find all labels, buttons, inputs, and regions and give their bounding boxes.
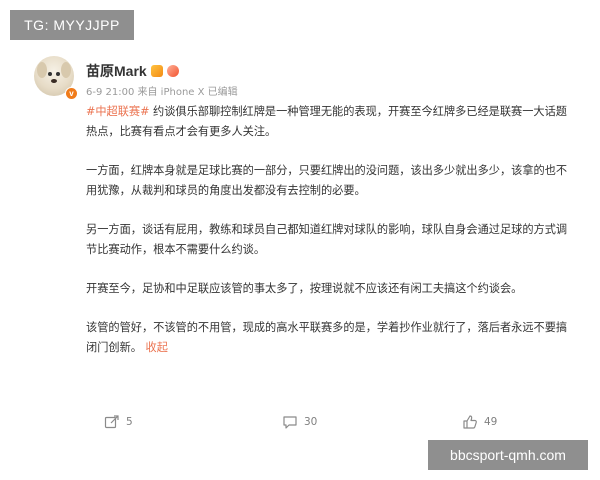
paragraph-2: 一方面，红牌本身就是足球比赛的一部分，只要红牌出的没问题，该出多少就出多少，该拿… (86, 164, 568, 197)
share-icon (104, 415, 119, 429)
like-count: 49 (484, 416, 498, 428)
paragraph-1: #中超联赛# 约谈俱乐部聊控制红牌是一种管理无能的表现，开赛至今红牌多已经是联赛… (86, 102, 574, 142)
post-content: #中超联赛# 约谈俱乐部聊控制红牌是一种管理无能的表现，开赛至今红牌多已经是联赛… (86, 102, 574, 377)
author-row: 苗原Mark (86, 62, 179, 80)
paragraph-5: 该管的管好，不该管的不用管，现成的高水平联赛多的是，学着抄作业就行了，落后者永远… (86, 318, 574, 358)
fan-badge-icon (166, 65, 179, 77)
verified-icon: v (65, 87, 78, 100)
like-button[interactable]: 49 (462, 412, 497, 432)
comment-icon (283, 416, 297, 429)
paragraph-1-text: 约谈俱乐部聊控制红牌是一种管理无能的表现，开赛至今红牌多已经是联赛一大话题热点，… (86, 105, 567, 138)
avatar-nose (51, 79, 57, 83)
post-meta: 6-9 21:00 来自 iPhone X 已编辑 (86, 87, 238, 98)
comment-button[interactable]: 30 (282, 412, 317, 432)
collapse-link[interactable]: 收起 (146, 341, 168, 354)
comment-count: 30 (304, 416, 318, 428)
watermark-top: TG: MYYJJPP (10, 10, 134, 40)
avatar-eye-left (48, 72, 52, 76)
like-icon (463, 415, 477, 429)
share-button[interactable]: 5 (104, 412, 133, 432)
paragraph-4: 开赛至今，足协和中足联应该管的事太多了，按理说就不应该还有闲工夫搞这个约谈会。 (86, 282, 523, 295)
share-count: 5 (126, 416, 133, 428)
watermark-bottom: bbcsport-qmh.com (428, 440, 588, 470)
author-name[interactable]: 苗原Mark (86, 61, 147, 81)
paragraph-3: 另一方面，谈话有屁用，教练和球员自己都知道红牌对球队的影响，球队自身会通过足球的… (86, 223, 568, 256)
avatar-ear-left (37, 62, 47, 78)
action-bar: 5 30 49 (0, 410, 600, 434)
member-badge-icon (150, 65, 163, 77)
avatar-ear-right (61, 62, 71, 78)
avatar-eye-right (56, 72, 60, 76)
hashtag-link[interactable]: #中超联赛# (86, 105, 150, 118)
